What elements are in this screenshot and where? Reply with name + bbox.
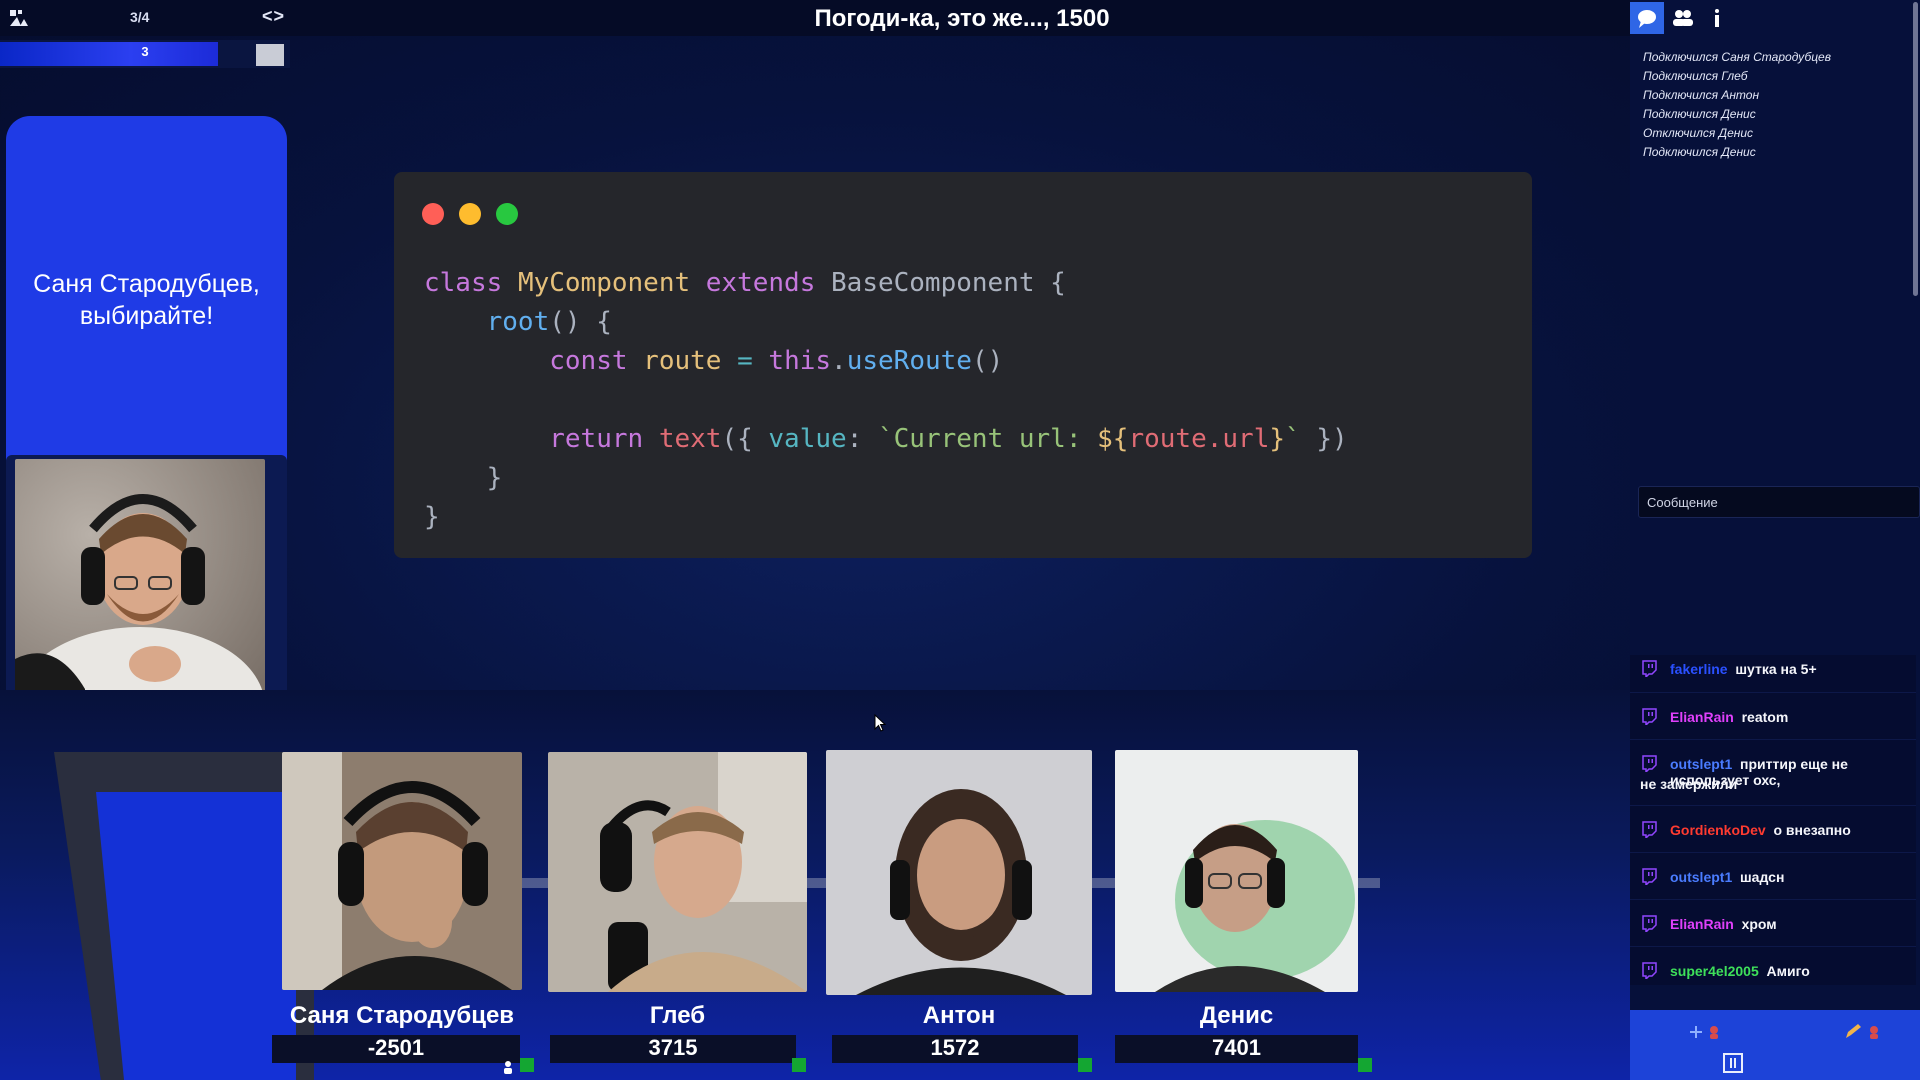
code-line-7: }	[424, 502, 440, 532]
chat-username[interactable]: ElianRain	[1670, 916, 1734, 932]
chat-username[interactable]: ElianRain	[1670, 709, 1734, 725]
twitch-icon	[1642, 962, 1657, 979]
chat-username[interactable]: fakerline	[1670, 661, 1728, 677]
window-close-dot	[422, 203, 444, 225]
top-bar: 3/4 <> Погоди-ка, это же..., 1500	[0, 0, 1630, 36]
twitch-icon	[1642, 708, 1657, 725]
player-score: 1572	[832, 1035, 1078, 1063]
chat-text: шутка на 5+	[1735, 661, 1817, 677]
chat-username[interactable]: outslept1	[1670, 756, 1732, 772]
event-item: Подключился Денис	[1643, 107, 1756, 121]
player-score: 7401	[1115, 1035, 1358, 1063]
chat-message: ElianRain reatom	[1630, 693, 1916, 740]
chat-icon	[1638, 10, 1656, 28]
chat-username[interactable]: super4el2005	[1670, 963, 1759, 979]
mouse-cursor-icon	[874, 714, 886, 732]
progress-number: 3	[141, 44, 149, 59]
turn-message-line1: Саня Стародубцев,	[33, 270, 260, 298]
window-maximize-dot	[496, 203, 518, 225]
event-log: Подключился Саня Стародубцев Подключился…	[1643, 48, 1831, 162]
progress-remaining-slot	[256, 44, 284, 66]
window-minimize-dot	[459, 203, 481, 225]
chat-message: outslept1 шадсн	[1630, 853, 1916, 900]
player-video	[282, 752, 522, 990]
player-name: Денис	[1199, 1002, 1274, 1029]
host-video	[15, 459, 265, 711]
ready-indicator	[1078, 1058, 1092, 1072]
chat-text-cont: не замержили	[1640, 776, 1738, 792]
chat-username[interactable]: GordienkoDev	[1670, 822, 1766, 838]
pause-icon[interactable]	[1722, 1052, 1744, 1074]
player-video	[548, 752, 807, 992]
chat-text: Амиго	[1766, 963, 1810, 979]
panel-tabs	[1630, 0, 1920, 36]
turn-card: Саня Стародубцев, выбирайте!	[6, 116, 287, 486]
chat-message: ElianRain хром	[1630, 900, 1916, 947]
twitch-icon	[1642, 755, 1657, 772]
code-panel: class MyComponent extends BaseComponent …	[394, 172, 1532, 558]
chat-text: шадсн	[1740, 869, 1785, 885]
code-line-2: root() {	[486, 307, 612, 337]
turn-message-line2: выбирайте!	[79, 302, 214, 330]
host-toolbar	[1630, 1010, 1920, 1080]
event-item: Подключился Саня Стародубцев	[1643, 50, 1831, 64]
event-item: Подключился Денис	[1643, 145, 1756, 159]
chat-message: fakerline шутка на 5+	[1630, 655, 1916, 693]
turn-message: Саня Стародубцев, выбирайте!	[6, 268, 287, 332]
tab-info[interactable]	[1700, 2, 1734, 34]
code-line-6: }	[486, 463, 503, 493]
player-video	[826, 750, 1092, 995]
code-line-3: const route = this.useRoute()	[549, 346, 1004, 376]
podium-screen	[96, 792, 296, 1080]
users-icon	[1673, 10, 1693, 26]
ready-indicator	[520, 1058, 534, 1072]
round-progress-bar: 3	[0, 40, 290, 68]
twitch-icon	[1642, 915, 1657, 932]
player-score: -2501	[272, 1035, 520, 1063]
player-name: Антон	[922, 1002, 996, 1029]
panel-scrollbar[interactable]	[1913, 2, 1918, 296]
twitch-icon	[1642, 660, 1657, 677]
event-item: Подключился Глеб	[1643, 69, 1748, 83]
code-line-5: return text({ value: `Current url: ${rou…	[549, 424, 1348, 454]
player-name: Саня Стародубцев	[289, 1002, 515, 1029]
event-item: Отключился Денис	[1643, 126, 1754, 140]
player-name: Глеб	[649, 1002, 706, 1029]
code-line-1: class MyComponent extends BaseComponent …	[424, 268, 1066, 298]
twitch-icon	[1642, 868, 1657, 885]
player-video	[1115, 750, 1358, 992]
tab-chat[interactable]	[1630, 2, 1664, 34]
chat-text: о внезапно	[1773, 822, 1851, 838]
right-panel: Подключился Саня Стародубцев Подключился…	[1630, 0, 1920, 1080]
twitch-chat: fakerline шутка на 5+ ElianRain reatom o…	[1630, 655, 1916, 985]
ready-indicator	[1358, 1058, 1372, 1072]
person-icon	[504, 1061, 512, 1074]
edit-points-button[interactable]	[1842, 1022, 1886, 1042]
chat-message: outslept1 приттир еще не использует охс,…	[1630, 740, 1916, 806]
code-block: class MyComponent extends BaseComponent …	[424, 264, 1348, 537]
chat-text: хром	[1741, 916, 1777, 932]
player-score: 3715	[550, 1035, 796, 1063]
ready-indicator	[792, 1058, 806, 1072]
info-icon	[1715, 9, 1719, 27]
chat-message: super4el2005 Амиго	[1630, 947, 1916, 985]
chat-text: reatom	[1741, 709, 1789, 725]
tab-users[interactable]	[1666, 2, 1700, 34]
twitch-icon	[1642, 821, 1657, 838]
event-item: Подключился Антон	[1643, 88, 1760, 102]
chat-username[interactable]: outslept1	[1670, 869, 1732, 885]
add-points-button[interactable]	[1686, 1022, 1726, 1042]
chat-message: GordienkoDev о внезапно	[1630, 806, 1916, 853]
message-input[interactable]: Сообщение	[1638, 486, 1920, 518]
